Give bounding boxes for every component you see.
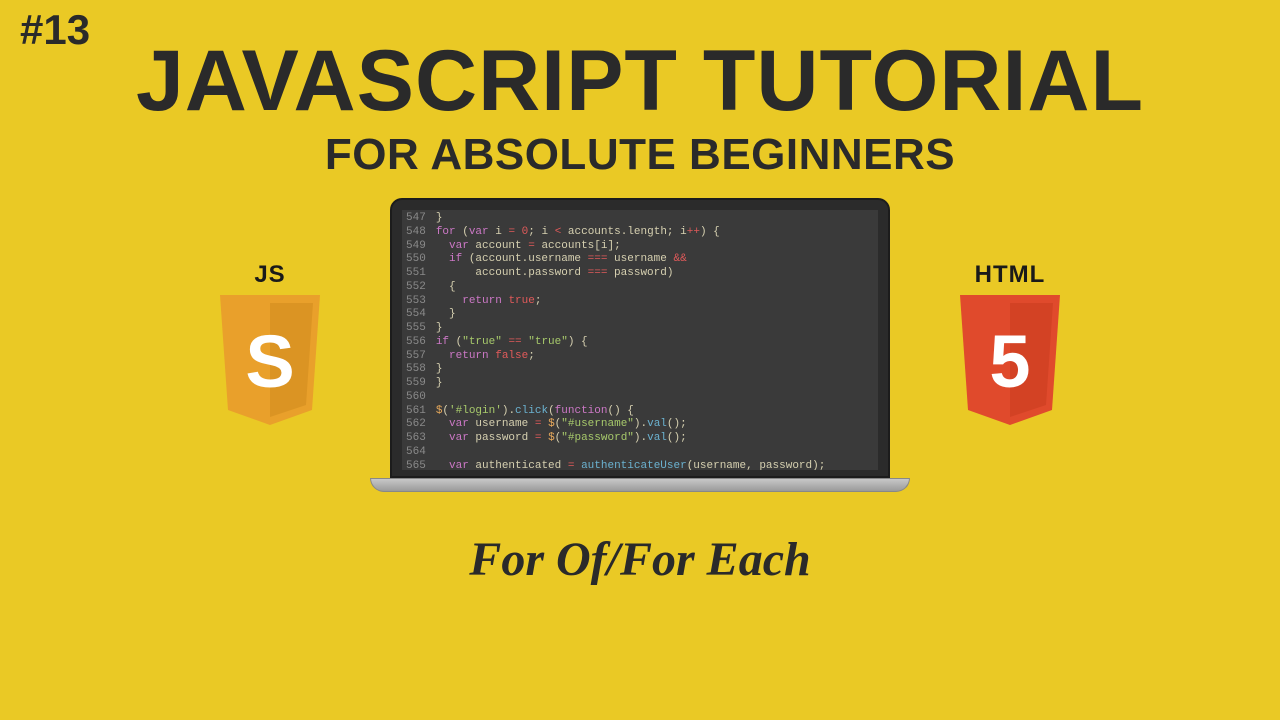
code-content: }for (var i = 0; i < accounts.length; i+… (432, 210, 830, 470)
code-screen: 5475485495505515525535545555565575585595… (402, 210, 878, 470)
js-badge-label: JS (254, 261, 285, 289)
main-title: JAVASCRIPT TUTORIAL (0, 38, 1280, 124)
svg-text:S: S (245, 320, 294, 403)
subtitle: FOR ABSOLUTE BEGINNERS (0, 130, 1280, 180)
middle-row: JS S 54754854955055155255355455555655755… (0, 198, 1280, 492)
html-badge-label: HTML (975, 261, 1046, 289)
html-shield-icon: 5 (950, 295, 1070, 430)
topic-title: For Of/For Each (0, 532, 1280, 587)
laptop-illustration: 5475485495505515525535545555565575585595… (390, 198, 890, 492)
html-badge: HTML 5 (950, 261, 1070, 430)
js-badge: JS S (210, 261, 330, 430)
episode-number: #13 (20, 6, 90, 54)
laptop-base (370, 478, 910, 492)
title-block: JAVASCRIPT TUTORIAL FOR ABSOLUTE BEGINNE… (0, 0, 1280, 180)
svg-text:5: 5 (989, 320, 1030, 403)
laptop-bezel: 5475485495505515525535545555565575585595… (390, 198, 890, 478)
line-gutter: 5475485495505515525535545555565575585595… (402, 210, 432, 470)
js-shield-icon: S (210, 295, 330, 430)
